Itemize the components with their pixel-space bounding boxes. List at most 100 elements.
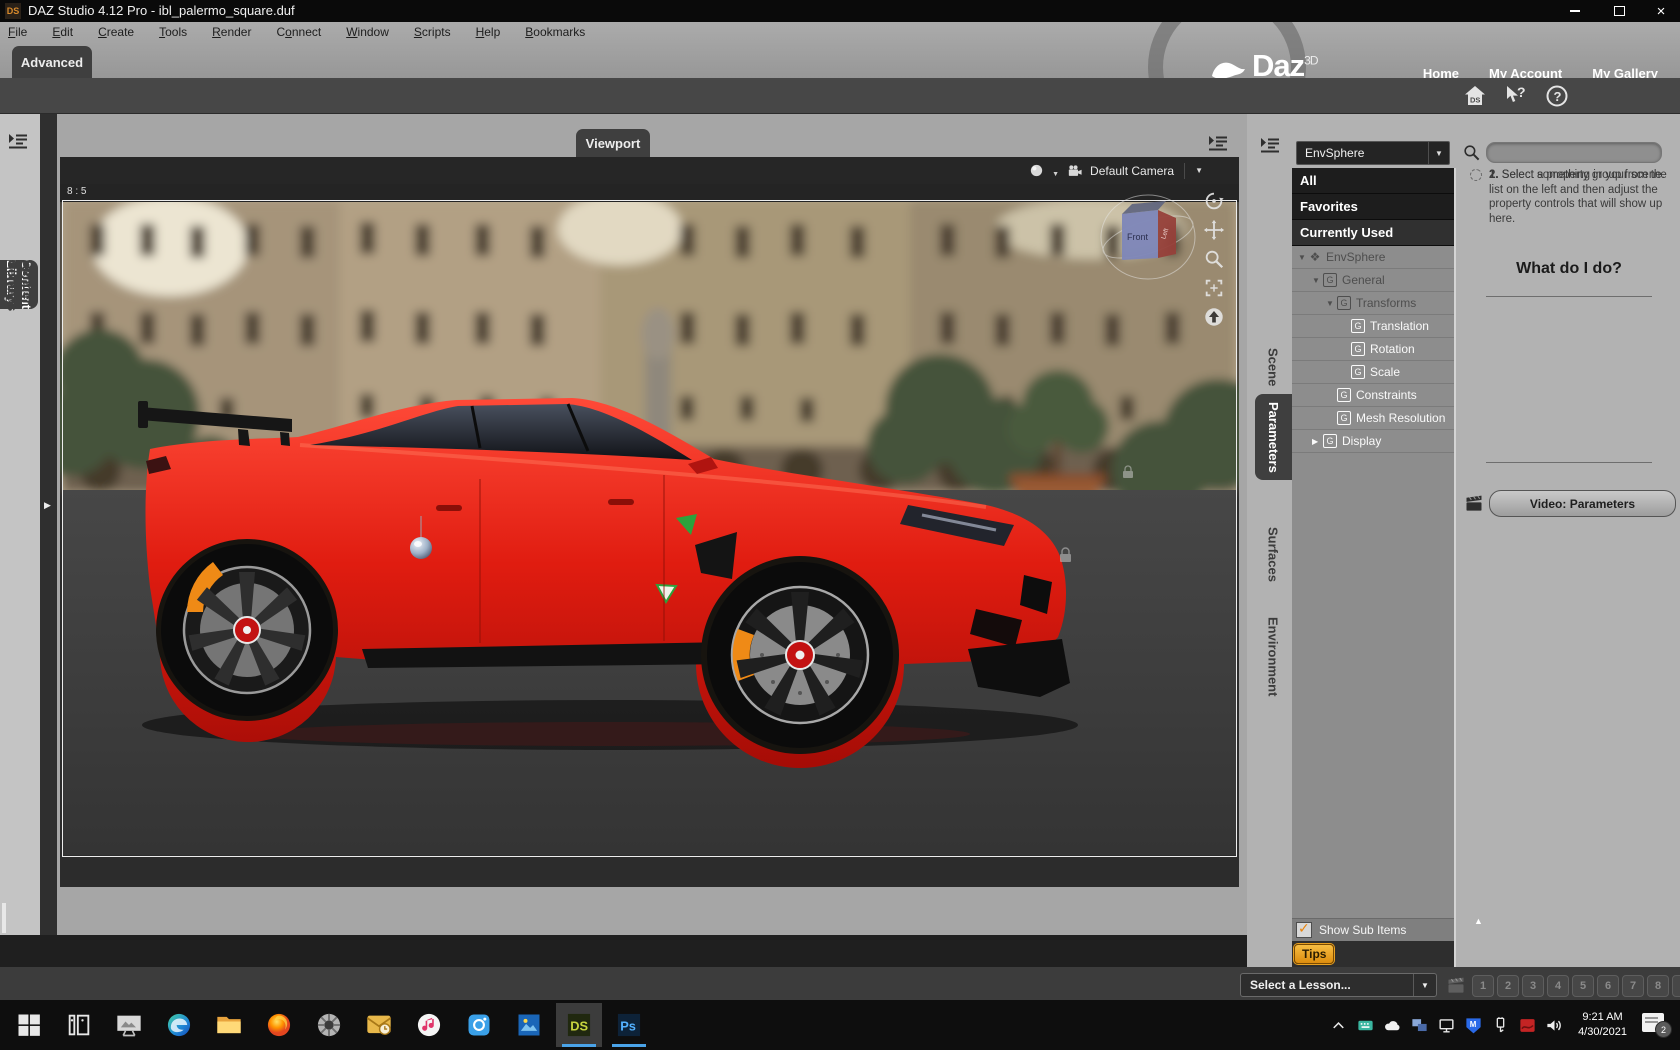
viewport-nav-dolly[interactable]: [1203, 248, 1225, 270]
menu-render[interactable]: Render: [210, 23, 253, 41]
lesson-number-2[interactable]: 2: [1497, 975, 1519, 997]
notification-center[interactable]: 2: [1640, 1010, 1672, 1040]
lesson-select-dropdown[interactable]: Select a Lesson... ▼: [1240, 973, 1437, 997]
tray-expand[interactable]: [1327, 1014, 1349, 1036]
menu-edit[interactable]: Edit: [50, 23, 75, 41]
param-tree-item-envsphere[interactable]: ▼ EnvSphere: [1292, 246, 1454, 269]
workspace-tab-advanced[interactable]: Advanced: [12, 46, 92, 78]
param-tree-item-scale[interactable]: Scale: [1292, 361, 1454, 384]
maximize-button[interactable]: [1598, 0, 1640, 22]
search-input[interactable]: [1486, 142, 1662, 163]
view-row-currently-used[interactable]: Currently Used: [1292, 220, 1454, 246]
tree-caret-icon[interactable]: ▼: [1326, 299, 1337, 308]
param-tree-item-constraints[interactable]: Constraints: [1292, 384, 1454, 407]
taskbar-app-daz-studio[interactable]: [556, 1003, 602, 1047]
viewport-render-area[interactable]: Front Left 8 : 5 ▼ Default Camera ▼: [60, 157, 1239, 887]
lesson-number-5[interactable]: 5: [1572, 975, 1594, 997]
video-parameters-button[interactable]: Video: Parameters: [1489, 490, 1676, 517]
taskbar-app-media-app[interactable]: [406, 1003, 452, 1047]
sidebar-pane-menu-icon[interactable]: [6, 130, 30, 154]
camera-dropdown-icon[interactable]: ▼: [1195, 166, 1203, 175]
param-tree-item-mesh-resolution[interactable]: Mesh Resolution: [1292, 407, 1454, 430]
tree-caret-icon[interactable]: ▼: [1298, 253, 1309, 262]
viewport-nav-aim[interactable]: [1203, 306, 1225, 328]
viewport-nav-orbit[interactable]: [1203, 190, 1225, 212]
left-splitter[interactable]: [40, 114, 57, 935]
lesson-number-3[interactable]: 3: [1522, 975, 1544, 997]
show-sub-items-checkbox[interactable]: [1296, 920, 1312, 938]
toolbar-whats-this[interactable]: [1500, 81, 1531, 111]
lesson-number-6[interactable]: 6: [1597, 975, 1619, 997]
header-link-my-account[interactable]: My Account: [1489, 66, 1562, 78]
taskbar-app-photo-viewer[interactable]: [106, 1003, 152, 1047]
sidebar-tab-smart-content[interactable]: Smart Content: [0, 260, 40, 309]
menu-create[interactable]: Create: [96, 23, 136, 41]
minimize-button[interactable]: [1554, 0, 1596, 22]
dock-pane-menu-icon[interactable]: [1258, 134, 1282, 158]
camera-selector-value[interactable]: Default Camera: [1090, 164, 1174, 178]
dock-tab-environment[interactable]: Environment: [1256, 604, 1290, 710]
tray-volume[interactable]: [1543, 1014, 1565, 1036]
taskbar-app-mail[interactable]: [356, 1003, 402, 1047]
lesson-number-8[interactable]: 8: [1647, 975, 1669, 997]
menu-connect[interactable]: Connect: [274, 23, 323, 41]
draw-style-icon[interactable]: [1028, 162, 1045, 179]
viewport-nav-frame[interactable]: [1203, 277, 1225, 299]
menu-window[interactable]: Window: [344, 23, 391, 41]
dock-tab-parameters[interactable]: Parameters: [1255, 394, 1292, 480]
taskbar-app-firefox[interactable]: [256, 1003, 302, 1047]
toolbar-ds-home[interactable]: [1459, 81, 1490, 111]
lesson-number-4[interactable]: 4: [1547, 975, 1569, 997]
menu-scripts[interactable]: Scripts: [412, 23, 453, 41]
tray-network[interactable]: [1435, 1014, 1457, 1036]
param-tree-item-display[interactable]: ▶ Display: [1292, 430, 1454, 453]
viewport-nav-pan[interactable]: [1203, 219, 1225, 241]
taskbar-app-file-explorer[interactable]: [206, 1003, 252, 1047]
tips-button[interactable]: Tips: [1294, 944, 1335, 964]
menu-file[interactable]: File: [6, 23, 29, 41]
taskbar-app-photoshop[interactable]: [606, 1003, 652, 1047]
left-splitter-arrow-icon[interactable]: ▶: [44, 500, 51, 511]
draw-style-caret-icon[interactable]: ▼: [1052, 171, 1059, 178]
menu-bookmarks[interactable]: Bookmarks: [523, 23, 587, 41]
view-row-all[interactable]: All: [1292, 168, 1454, 194]
taskbar-app-photos[interactable]: [506, 1003, 552, 1047]
taskbar-app-wheel-app[interactable]: [306, 1003, 352, 1047]
lesson-number-7[interactable]: 7: [1622, 975, 1644, 997]
header-link-my-gallery[interactable]: My Gallery: [1592, 66, 1658, 78]
tray-keyboard[interactable]: [1354, 1014, 1376, 1036]
param-tree-item-transforms[interactable]: ▼ Transforms: [1292, 292, 1454, 315]
lesson-number-9[interactable]: 9: [1672, 975, 1680, 997]
taskbar-clock[interactable]: 9:21 AM 4/30/2021: [1570, 1010, 1635, 1040]
node-selector-caret-icon[interactable]: ▼: [1428, 142, 1449, 164]
param-tree-item-rotation[interactable]: Rotation: [1292, 338, 1454, 361]
toolbar-help[interactable]: [1541, 81, 1572, 111]
tray-malwarebytes[interactable]: [1462, 1014, 1484, 1036]
tree-caret-icon[interactable]: ▶: [1312, 437, 1323, 446]
tray-usb[interactable]: [1489, 1014, 1511, 1036]
tray-red[interactable]: [1516, 1014, 1538, 1036]
taskbar-app-instagram[interactable]: [456, 1003, 502, 1047]
tray-icon: [1437, 1016, 1456, 1035]
header-link-home[interactable]: Home: [1423, 66, 1459, 78]
tray-cloud[interactable]: [1381, 1014, 1403, 1036]
viewport-tab[interactable]: Viewport: [576, 129, 650, 157]
dock-tab-scene[interactable]: Scene: [1256, 338, 1290, 396]
node-selector-dropdown[interactable]: EnvSphere ▼: [1296, 141, 1450, 165]
viewport-pane-menu-icon[interactable]: [1206, 132, 1230, 156]
menu-tools[interactable]: Tools: [157, 23, 189, 41]
view-row-favorites[interactable]: Favorites: [1292, 194, 1454, 220]
lesson-select-caret-icon[interactable]: ▼: [1413, 974, 1436, 996]
param-tree-item-translation[interactable]: Translation: [1292, 315, 1454, 338]
tree-caret-icon[interactable]: ▼: [1312, 276, 1323, 285]
menu-help[interactable]: Help: [474, 23, 503, 41]
taskbar-app-start[interactable]: [6, 1003, 52, 1047]
panel-resize-arrow-icon[interactable]: ▲: [1474, 916, 1483, 926]
taskbar-app-edge[interactable]: [156, 1003, 202, 1047]
close-button[interactable]: ×: [1640, 0, 1680, 22]
dock-tab-surfaces[interactable]: Surfaces: [1256, 518, 1290, 590]
tray-pc[interactable]: [1408, 1014, 1430, 1036]
taskbar-app-task-view[interactable]: [56, 1003, 102, 1047]
lesson-number-1[interactable]: 1: [1472, 975, 1494, 997]
param-tree-item-general[interactable]: ▼ General: [1292, 269, 1454, 292]
